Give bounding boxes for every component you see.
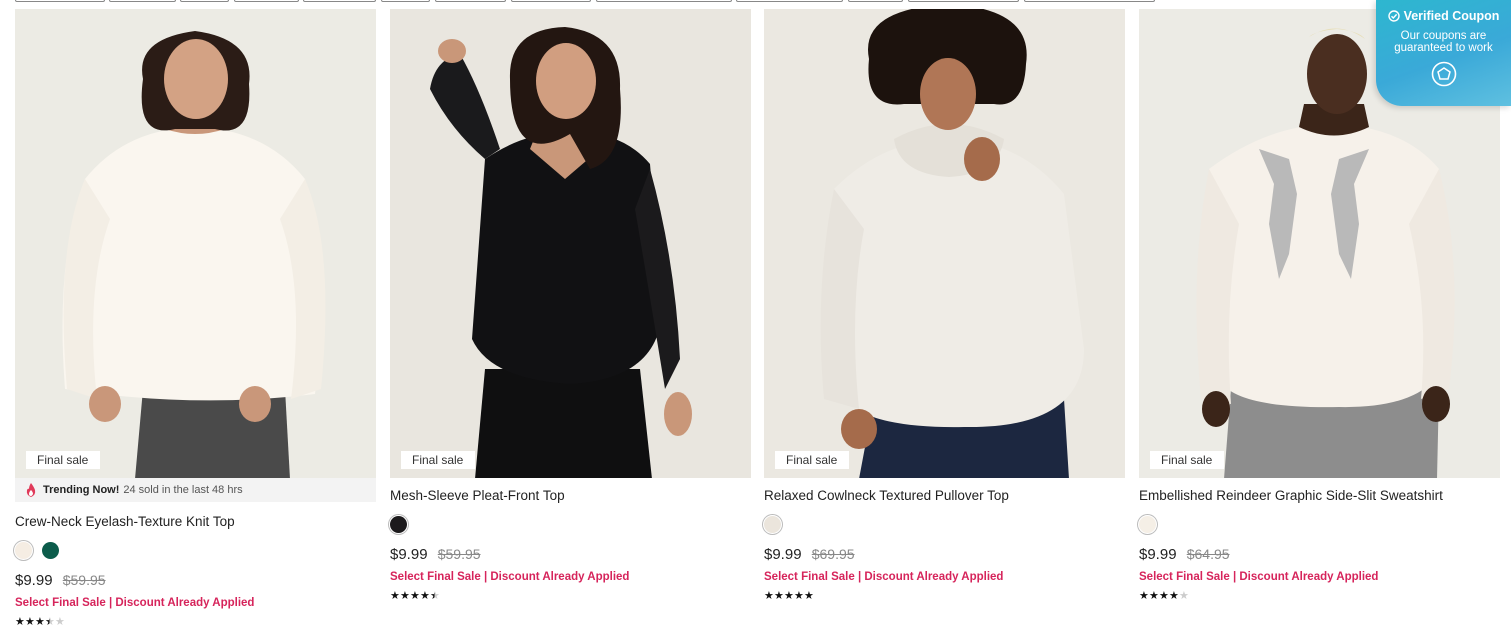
promo-message: Select Final Sale | Discount Already App…	[1139, 571, 1379, 583]
sale-price: $9.99	[764, 546, 802, 563]
verified-coupon-widget[interactable]: Verified Coupon Our coupons are guarante…	[1376, 0, 1511, 106]
star-icon: ★	[420, 590, 430, 602]
sale-price: $9.99	[390, 546, 428, 563]
price-row: $9.99 $64.95	[1139, 546, 1500, 566]
product-card[interactable]: Final sale Mesh-Sleeve Pleat-Front Top $…	[390, 9, 751, 602]
filter-chip[interactable]	[908, 0, 1019, 2]
star-rating: ★ ★ ★ ★ ★	[15, 616, 376, 628]
price-row: $9.99 $69.95	[764, 546, 1125, 566]
trending-label: Trending Now!	[43, 484, 120, 496]
coupon-logo-icon[interactable]	[1431, 61, 1457, 87]
star-icon: ★	[35, 616, 45, 628]
star-icon: ★	[25, 616, 35, 628]
product-card[interactable]: Final sale Trending Now! 24 sold in the …	[15, 9, 376, 628]
filter-chip[interactable]	[1024, 0, 1155, 2]
star-icon: ★	[410, 590, 420, 602]
product-image[interactable]: Final sale	[15, 9, 376, 478]
star-empty-icon: ★	[1179, 590, 1189, 602]
original-price: $59.95	[62, 572, 106, 588]
star-half-icon: ★	[45, 616, 55, 628]
star-icon: ★	[390, 590, 400, 602]
star-icon: ★	[1169, 590, 1179, 602]
sale-price: $9.99	[15, 572, 53, 589]
product-image[interactable]: Final sale	[390, 9, 751, 478]
trending-text: 24 sold in the last 48 hrs	[123, 484, 243, 496]
star-icon: ★	[804, 590, 814, 602]
color-swatch[interactable]	[15, 542, 32, 559]
original-price: $64.95	[1186, 546, 1230, 562]
product-card[interactable]: Final sale Relaxed Cowlneck Textured Pul…	[764, 9, 1125, 602]
trending-banner: Trending Now! 24 sold in the last 48 hrs	[15, 478, 376, 502]
filter-chip[interactable]	[736, 0, 843, 2]
filter-bar	[0, 0, 1511, 3]
color-swatches	[390, 516, 751, 534]
coupon-text: Our coupons are guaranteed to work	[1394, 30, 1493, 54]
coupon-title: Verified Coupon	[1403, 9, 1500, 23]
filter-chip[interactable]	[303, 0, 376, 2]
flame-icon	[26, 483, 36, 497]
check-circle-icon	[1387, 10, 1400, 22]
star-icon: ★	[794, 590, 804, 602]
star-icon: ★	[15, 616, 25, 628]
model-photo	[15, 9, 376, 478]
price-row: $9.99 $59.95	[15, 572, 376, 592]
product-image[interactable]: Final sale	[764, 9, 1125, 478]
star-icon: ★	[1159, 590, 1169, 602]
star-icon: ★	[784, 590, 794, 602]
filter-chip[interactable]	[848, 0, 903, 2]
final-sale-badge: Final sale	[1150, 451, 1225, 469]
color-swatches	[1139, 516, 1500, 534]
star-icon: ★	[1149, 590, 1159, 602]
color-swatches	[764, 516, 1125, 534]
product-title[interactable]: Crew-Neck Eyelash-Texture Knit Top	[15, 514, 376, 532]
star-icon: ★	[774, 590, 784, 602]
star-icon: ★	[400, 590, 410, 602]
color-swatch[interactable]	[764, 516, 781, 533]
filter-chip[interactable]	[15, 0, 105, 2]
product-title[interactable]: Relaxed Cowlneck Textured Pullover Top	[764, 488, 1125, 506]
star-empty-icon: ★	[55, 616, 65, 628]
sale-price: $9.99	[1139, 546, 1177, 563]
final-sale-badge: Final sale	[401, 451, 476, 469]
color-swatch[interactable]	[42, 542, 59, 559]
filter-chip[interactable]	[511, 0, 591, 2]
filter-chip[interactable]	[109, 0, 176, 2]
final-sale-badge: Final sale	[26, 451, 101, 469]
price-row: $9.99 $59.95	[390, 546, 751, 566]
product-title[interactable]: Embellished Reindeer Graphic Side-Slit S…	[1139, 488, 1500, 506]
promo-message: Select Final Sale | Discount Already App…	[15, 597, 255, 609]
product-title[interactable]: Mesh-Sleeve Pleat-Front Top	[390, 488, 751, 506]
star-rating: ★ ★ ★ ★ ★	[764, 590, 1125, 602]
filter-chip[interactable]	[435, 0, 506, 2]
coupon-header: Verified Coupon	[1376, 0, 1511, 23]
star-rating: ★ ★ ★ ★ ★	[1139, 590, 1500, 602]
color-swatches	[15, 542, 376, 560]
final-sale-badge: Final sale	[775, 451, 850, 469]
model-photo	[764, 9, 1125, 478]
model-photo	[390, 9, 751, 478]
promo-message: Select Final Sale | Discount Already App…	[390, 571, 630, 583]
star-icon: ★	[764, 590, 774, 602]
filter-chip[interactable]	[381, 0, 430, 2]
filter-chip[interactable]	[180, 0, 229, 2]
color-swatch[interactable]	[390, 516, 407, 533]
star-icon: ★	[1139, 590, 1149, 602]
color-swatch[interactable]	[1139, 516, 1156, 533]
star-rating: ★ ★ ★ ★ ★	[390, 590, 751, 602]
original-price: $59.95	[437, 546, 481, 562]
promo-message: Select Final Sale | Discount Already App…	[764, 571, 1004, 583]
star-half-icon: ★	[430, 590, 440, 602]
filter-chip[interactable]	[596, 0, 732, 2]
original-price: $69.95	[811, 546, 855, 562]
filter-chip[interactable]	[234, 0, 299, 2]
